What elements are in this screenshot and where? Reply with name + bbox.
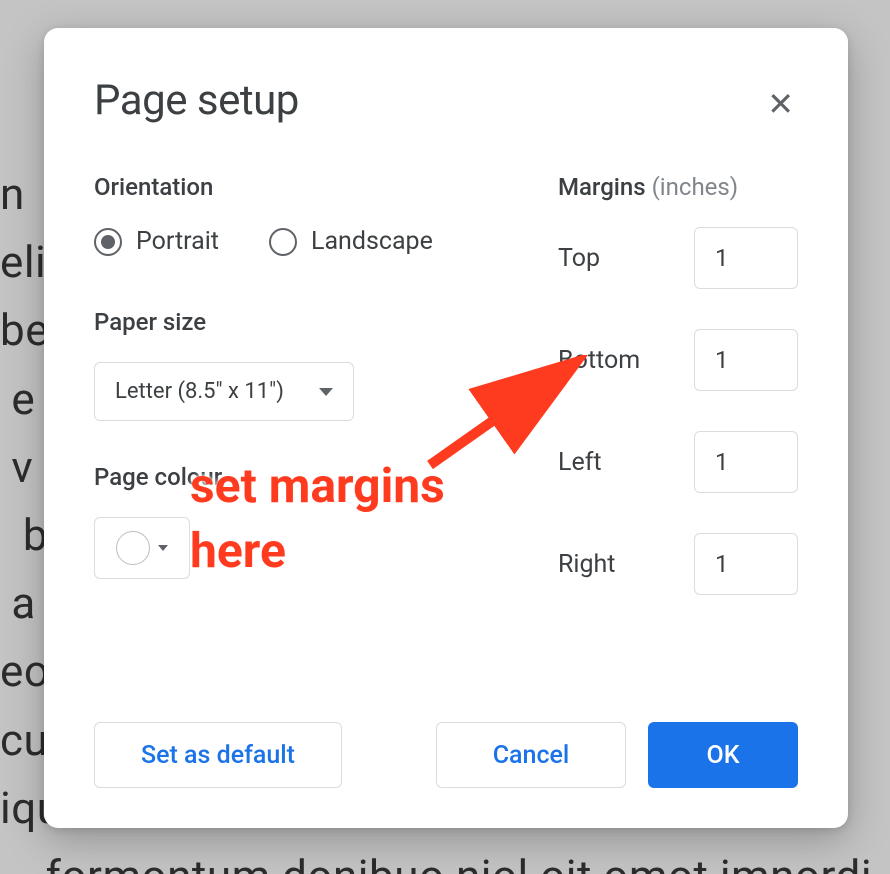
ok-button[interactable]: OK xyxy=(648,722,798,788)
margin-left-input[interactable] xyxy=(694,431,798,493)
dialog-body: Orientation Portrait Landscape Paper siz… xyxy=(94,173,798,635)
margin-right-row: Right xyxy=(558,533,798,595)
orientation-landscape-radio[interactable]: Landscape xyxy=(269,227,433,256)
margin-top-row: Top xyxy=(558,227,798,289)
margin-left-label: Left xyxy=(558,448,602,477)
margin-left-row: Left xyxy=(558,431,798,493)
close-icon: ✕ xyxy=(767,85,794,123)
page-colour-picker[interactable] xyxy=(94,517,190,579)
orientation-group: Portrait Landscape xyxy=(94,227,508,256)
margins-label-text: Margins xyxy=(558,173,646,201)
margin-right-label: Right xyxy=(558,550,615,579)
orientation-label: Orientation xyxy=(94,173,508,201)
margins-unit: (inches) xyxy=(652,173,739,201)
colour-swatch-icon xyxy=(116,531,150,565)
margin-bottom-input[interactable] xyxy=(694,329,798,391)
radio-icon xyxy=(94,228,122,256)
page-colour-label: Page colour xyxy=(94,463,508,491)
margin-bottom-label: Bottom xyxy=(558,346,640,375)
paper-size-select[interactable]: Letter (8.5" x 11") xyxy=(94,362,354,421)
page-setup-dialog: Page setup ✕ Orientation Portrait Landsc… xyxy=(44,28,848,828)
portrait-label: Portrait xyxy=(136,227,219,256)
set-default-button[interactable]: Set as default xyxy=(94,722,342,788)
close-button[interactable]: ✕ xyxy=(763,84,798,124)
radio-dot-icon xyxy=(101,235,115,249)
dialog-footer: Set as default Cancel OK xyxy=(94,722,798,788)
right-column: Margins (inches) Top Bottom Left Right xyxy=(558,173,798,635)
dialog-title: Page setup xyxy=(94,76,299,125)
paper-size-label: Paper size xyxy=(94,308,508,336)
chevron-down-icon xyxy=(158,545,168,551)
cancel-button[interactable]: Cancel xyxy=(436,722,626,788)
margin-bottom-row: Bottom xyxy=(558,329,798,391)
landscape-label: Landscape xyxy=(311,227,433,256)
left-column: Orientation Portrait Landscape Paper siz… xyxy=(94,173,508,635)
chevron-down-icon xyxy=(319,388,333,396)
margin-top-label: Top xyxy=(558,244,600,273)
margin-right-input[interactable] xyxy=(694,533,798,595)
orientation-portrait-radio[interactable]: Portrait xyxy=(94,227,219,256)
margin-top-input[interactable] xyxy=(694,227,798,289)
margins-label: Margins (inches) xyxy=(558,173,798,201)
paper-size-value: Letter (8.5" x 11") xyxy=(115,379,284,404)
dialog-header: Page setup ✕ xyxy=(94,76,798,125)
radio-icon xyxy=(269,228,297,256)
